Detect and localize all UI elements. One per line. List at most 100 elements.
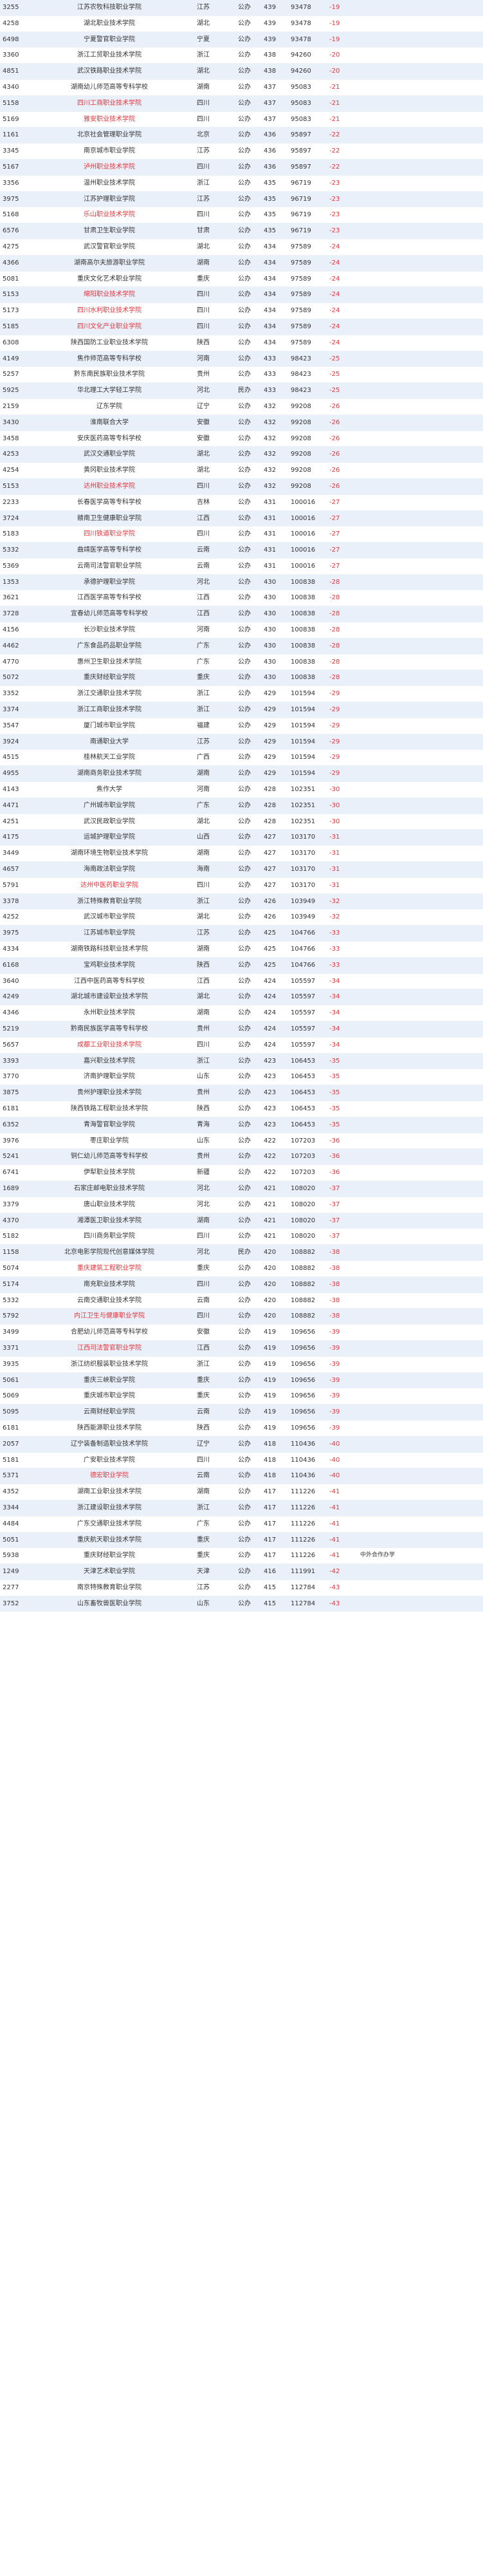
school-code-cell: 3378: [0, 893, 40, 910]
province-cell: 安徽: [179, 431, 228, 447]
school-type-cell: 公办: [228, 877, 261, 894]
school-type-cell: 公办: [228, 765, 261, 783]
score-diff-cell: -25: [327, 366, 358, 384]
score-diff-cell: -37: [327, 1228, 358, 1246]
min-score-cell: 420: [261, 1244, 288, 1261]
score-diff-cell: -41: [327, 1547, 358, 1565]
school-name-cell: 达州中医药职业学院: [40, 877, 179, 894]
score-diff-cell: -29: [327, 718, 358, 734]
school-name-cell: 湖北职业技术学院: [40, 15, 179, 32]
school-name-cell: 武汉城市职业学院: [40, 909, 179, 926]
table-row: 5173 四川水利职业技术学院 四川 公办 434 97589 -24: [0, 303, 483, 319]
note-cell: [358, 63, 483, 80]
min-rank-cell: 108882: [288, 1293, 327, 1309]
table-row: 5168 乐山职业技术学院 四川 公办 435 96719 -23: [0, 207, 483, 224]
school-name-cell: 重庆城市职业学院: [40, 1388, 179, 1405]
table-row: 3255 江苏农牧科技职业学院 江苏 公办 439 93478 -19: [0, 0, 483, 16]
school-type-cell: 公办: [228, 1133, 261, 1150]
school-name-cell: 惠州卫生职业技术学院: [40, 654, 179, 671]
school-code-cell: 3499: [0, 1324, 40, 1341]
school-code-cell: 4275: [0, 239, 40, 256]
province-cell: 浙江: [179, 1053, 228, 1070]
province-cell: 北京: [179, 127, 228, 144]
table-row: 4370 湘潭医卫职业技术学院 湖南 公办 421 108020 -37: [0, 1213, 483, 1229]
note-cell: [358, 255, 483, 272]
table-row: 3352 浙江交通职业技术学院 浙江 公办 429 101594 -29: [0, 686, 483, 703]
table-row: 3976 枣庄职业学院 山东 公办 422 107203 -36: [0, 1133, 483, 1150]
score-diff-cell: -19: [327, 15, 358, 32]
school-code-cell: 3975: [0, 925, 40, 942]
note-cell: [358, 1500, 483, 1517]
province-cell: 湖北: [179, 462, 228, 479]
min-rank-cell: 108882: [288, 1276, 327, 1293]
province-cell: 四川: [179, 286, 228, 304]
min-rank-cell: 103949: [288, 909, 327, 926]
school-code-cell: 1161: [0, 127, 40, 144]
score-diff-cell: -30: [327, 798, 358, 814]
table-row: 4515 桂林航天工业学院 广西 公办 429 101594 -29: [0, 749, 483, 767]
min-score-cell: 420: [261, 1260, 288, 1277]
min-score-cell: 435: [261, 175, 288, 192]
school-name-cell: 甘肃卫生职业学院: [40, 223, 179, 239]
note-cell: [358, 15, 483, 32]
table-row: 3547 厦门城市职业学院 福建 公办 429 101594 -29: [0, 718, 483, 734]
school-code-cell: 5185: [0, 319, 40, 335]
score-diff-cell: -39: [327, 1340, 358, 1357]
note-cell: 中外合作办学: [358, 1547, 483, 1565]
table-row: 4275 武汉警官职业学院 湖北 公办 434 97589 -24: [0, 239, 483, 256]
score-diff-cell: -33: [327, 941, 358, 958]
province-cell: 河北: [179, 1197, 228, 1213]
school-name-cell: 重庆财经职业学院: [40, 1547, 179, 1565]
min-rank-cell: 100016: [288, 558, 327, 575]
school-type-cell: 公办: [228, 1164, 261, 1181]
school-type-cell: 公办: [228, 462, 261, 479]
min-score-cell: 427: [261, 877, 288, 894]
min-rank-cell: 100016: [288, 494, 327, 511]
school-name-cell: 海南政法职业学院: [40, 861, 179, 878]
province-cell: 江苏: [179, 143, 228, 160]
table-row: 5074 重庆建筑工程职业学院 重庆 公办 420 108882 -38: [0, 1260, 483, 1277]
min-score-cell: 424: [261, 1037, 288, 1054]
school-type-cell: 公办: [228, 542, 261, 559]
min-rank-cell: 104766: [288, 941, 327, 958]
school-type-cell: 公办: [228, 271, 261, 288]
province-cell: 湖南: [179, 1484, 228, 1500]
school-type-cell: 公办: [228, 1468, 261, 1485]
score-diff-cell: -23: [327, 223, 358, 239]
min-score-cell: 436: [261, 159, 288, 176]
school-code-cell: 3430: [0, 415, 40, 431]
note-cell: [358, 1197, 483, 1213]
note-cell: [358, 494, 483, 511]
min-rank-cell: 100838: [288, 622, 327, 639]
school-type-cell: 公办: [228, 1532, 261, 1549]
note-cell: [358, 638, 483, 655]
min-rank-cell: 105597: [288, 989, 327, 1006]
school-type-cell: 公办: [228, 1340, 261, 1357]
table-row: 3924 南通职业大学 江苏 公办 429 101594 -29: [0, 734, 483, 751]
min-score-cell: 417: [261, 1500, 288, 1517]
school-name-cell: 成都工业职业技术学院: [40, 1037, 179, 1054]
table-row: 4657 海南政法职业学院 海南 公办 427 103170 -31: [0, 861, 483, 878]
school-type-cell: 公办: [228, 590, 261, 607]
school-type-cell: 公办: [228, 1276, 261, 1293]
school-name-cell: 浙江建设职业技术学院: [40, 1500, 179, 1517]
table-row: 3374 浙江工商职业技术学院 浙江 公办 429 101594 -29: [0, 702, 483, 718]
min-rank-cell: 103170: [288, 877, 327, 894]
province-cell: 四川: [179, 207, 228, 224]
school-code-cell: 3371: [0, 1340, 40, 1357]
min-score-cell: 434: [261, 271, 288, 288]
score-diff-cell: -43: [327, 1596, 358, 1612]
school-code-cell: 3770: [0, 1069, 40, 1086]
min-score-cell: 428: [261, 814, 288, 830]
note-cell: [358, 1037, 483, 1054]
score-diff-cell: -39: [327, 1372, 358, 1389]
province-cell: 贵州: [179, 366, 228, 384]
school-type-cell: 公办: [228, 207, 261, 224]
school-type-cell: 公办: [228, 335, 261, 351]
school-name-cell: 四川工商职业技术学院: [40, 95, 179, 112]
school-name-cell: 北京电影学院现代创意媒体学院: [40, 1244, 179, 1261]
min-rank-cell: 100838: [288, 654, 327, 671]
min-rank-cell: 102351: [288, 798, 327, 814]
school-type-cell: 公办: [228, 1101, 261, 1117]
min-rank-cell: 105597: [288, 1021, 327, 1038]
